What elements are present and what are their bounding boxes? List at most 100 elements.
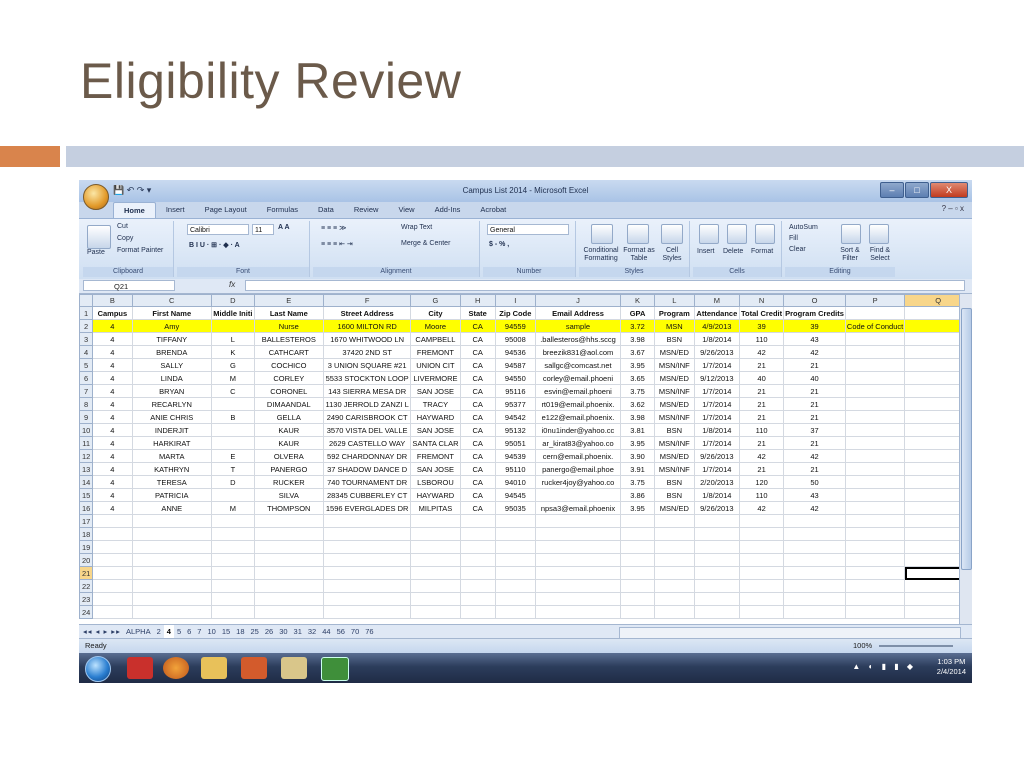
sheet-tab[interactable]: 32 (305, 625, 319, 639)
grid-cell[interactable] (783, 592, 846, 606)
row-header[interactable]: 22 (79, 579, 94, 593)
grid-cell[interactable] (844, 514, 906, 528)
grid-cell[interactable]: cern@email.phoenix. (534, 449, 622, 463)
sheet-tab[interactable]: 56 (334, 625, 348, 639)
grid-cell[interactable]: SANTA CLAR (410, 436, 461, 450)
grid-cell[interactable]: MSN/ED (654, 371, 695, 385)
grid-cell[interactable] (783, 540, 846, 554)
maximize-button[interactable]: □ (905, 182, 929, 198)
grid-cell[interactable] (459, 605, 496, 619)
grid-cell[interactable]: CA (459, 410, 496, 424)
grid-cell[interactable] (92, 553, 133, 567)
grid-cell[interactable]: 3.91 (620, 462, 655, 476)
grid-cell[interactable]: 4 (92, 449, 133, 463)
grid-cell[interactable]: 1/7/2014 (693, 397, 741, 411)
grid-cell[interactable] (210, 540, 255, 554)
cell-styles-button[interactable]: Cell Styles (659, 247, 685, 263)
name-box[interactable]: Q21 (83, 280, 175, 291)
grid-cell[interactable] (210, 592, 255, 606)
grid-cell[interactable]: 1/7/2014 (693, 436, 741, 450)
grid-cell[interactable] (253, 579, 324, 593)
grid-cell[interactable] (253, 592, 324, 606)
grid-cell[interactable] (783, 605, 846, 619)
grid-cell[interactable]: 1/7/2014 (693, 358, 741, 372)
grid-cell[interactable] (92, 605, 133, 619)
align-top-icon[interactable]: ≡ ≡ ≡ ≫ (321, 224, 346, 232)
grid-cell[interactable] (459, 514, 496, 528)
grid-cell[interactable]: MSN/INF (654, 384, 695, 398)
grid-cell[interactable]: B (210, 410, 255, 424)
grid-cell[interactable]: 21 (783, 358, 846, 372)
grid-cell[interactable] (654, 566, 695, 580)
grid-cell[interactable] (739, 605, 785, 619)
row-header[interactable]: 4 (79, 345, 94, 359)
grid-cell[interactable] (693, 605, 741, 619)
grid-cell[interactable]: rt019@email.phoenix. (534, 397, 622, 411)
grid-cell[interactable] (322, 540, 412, 554)
grid-cell[interactable] (693, 540, 741, 554)
row-header[interactable]: 20 (79, 553, 94, 567)
row-header[interactable]: 3 (79, 332, 94, 346)
grid-cell[interactable]: 3.90 (620, 449, 655, 463)
row-header[interactable]: 14 (79, 475, 94, 489)
font-name-select[interactable]: Calibri (187, 224, 249, 235)
tab-home[interactable]: Home (113, 202, 156, 218)
row-header[interactable]: 15 (79, 488, 94, 502)
grid-cell[interactable]: 42 (783, 501, 846, 515)
grid-cell[interactable] (410, 527, 461, 541)
grid-cell[interactable] (210, 436, 255, 450)
sheet-tab[interactable]: 31 (291, 625, 305, 639)
grid-cell[interactable]: 1600 MILTON RD (322, 319, 412, 333)
grid-cell[interactable]: 21 (739, 384, 785, 398)
grid-cell[interactable] (844, 553, 906, 567)
grid-cell[interactable]: 43 (783, 332, 846, 346)
column-header[interactable]: L (654, 294, 695, 307)
grid-cell[interactable]: Total Credit (739, 306, 785, 320)
grid-cell[interactable] (844, 371, 906, 385)
grid-cell[interactable] (210, 527, 255, 541)
grid-cell[interactable] (534, 540, 622, 554)
grid-cell[interactable] (410, 553, 461, 567)
grid-cell[interactable] (844, 345, 906, 359)
grid-cell[interactable] (253, 566, 324, 580)
grid-cell[interactable]: 4 (92, 475, 133, 489)
column-header[interactable]: I (494, 294, 536, 307)
row-header[interactable]: 7 (79, 384, 94, 398)
grid-cell[interactable] (534, 527, 622, 541)
grid-cell[interactable] (844, 306, 906, 320)
system-tray-icon[interactable]: ▲ ◐ ▮ ▮ ◆ (852, 662, 916, 671)
column-header[interactable]: M (693, 294, 741, 307)
sheet-tab[interactable]: 2 (154, 625, 164, 639)
powerpoint-icon[interactable] (241, 657, 267, 679)
grid-cell[interactable] (131, 605, 212, 619)
format-painter-button[interactable]: Format Painter (117, 247, 163, 254)
grid-cell[interactable]: 9/12/2013 (693, 371, 741, 385)
file-cabinet-icon[interactable] (281, 657, 307, 679)
insert-button[interactable]: Insert (697, 248, 715, 255)
column-header[interactable]: N (739, 294, 785, 307)
grid-cell[interactable]: 21 (783, 462, 846, 476)
grid-cell[interactable]: RECARLYN (131, 397, 212, 411)
grid-cell[interactable]: 3.72 (620, 319, 655, 333)
grid-cell[interactable] (210, 423, 255, 437)
grid-cell[interactable]: UNION CIT (410, 358, 461, 372)
grid-cell[interactable]: KATHRYN (131, 462, 212, 476)
grid-cell[interactable]: 94559 (494, 319, 536, 333)
column-header[interactable]: C (131, 294, 212, 307)
grid-cell[interactable] (739, 579, 785, 593)
grid-cell[interactable] (693, 514, 741, 528)
grid-cell[interactable]: G (210, 358, 255, 372)
grid-cell[interactable]: CA (459, 332, 496, 346)
grid-cell[interactable]: 37 SHADOW DANCE D (322, 462, 412, 476)
excel-icon[interactable] (321, 657, 349, 681)
grid-cell[interactable] (844, 397, 906, 411)
grid-cell[interactable] (620, 540, 655, 554)
grid-cell[interactable] (494, 592, 536, 606)
grid-cell[interactable] (210, 553, 255, 567)
grid-cell[interactable] (739, 514, 785, 528)
cell-table[interactable]: B C D E F G H I J K L M N O P Q 1 Campus First Name Middle … (79, 294, 972, 619)
delete-button[interactable]: Delete (723, 248, 743, 255)
grid-cell[interactable] (844, 462, 906, 476)
grid-cell[interactable]: CA (459, 475, 496, 489)
grid-cell[interactable] (92, 527, 133, 541)
